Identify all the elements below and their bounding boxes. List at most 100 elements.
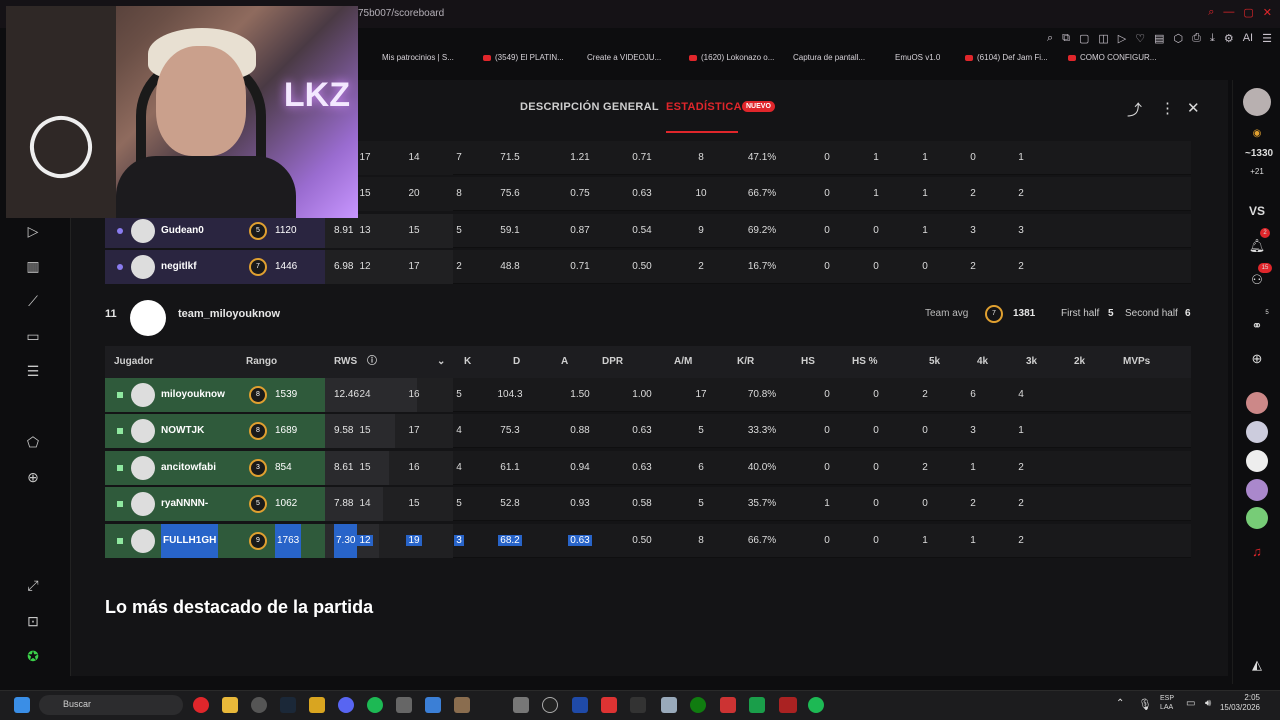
play-icon[interactable]: ▷ xyxy=(1118,32,1126,45)
friends-icon[interactable]: ⚇ xyxy=(1245,272,1269,288)
voicemod-icon[interactable] xyxy=(779,697,797,713)
more-icon[interactable]: ⋮ xyxy=(1160,99,1175,117)
col-dpr[interactable]: DPR xyxy=(602,346,623,378)
folder-icon[interactable] xyxy=(222,697,238,713)
wallet-icon[interactable]: ▤ xyxy=(1154,32,1164,45)
avatar[interactable] xyxy=(131,456,155,480)
table-row[interactable]: ryaNNNN- 5 1062 7.88 14 15 5 52.8 0.93 0.58 5 35.7%… xyxy=(105,487,1191,521)
club-nav-icon[interactable]: ⬠ xyxy=(24,433,42,451)
col-rank[interactable]: Rango xyxy=(246,346,277,378)
stats-nav-icon[interactable]: ▥ xyxy=(24,257,42,275)
friend-avatar[interactable] xyxy=(1246,479,1268,501)
friend-avatar[interactable] xyxy=(1246,421,1268,443)
app-icon[interactable] xyxy=(661,697,677,713)
sidebar-icon[interactable]: ◫ xyxy=(1098,32,1108,45)
search-icon[interactable]: ⌕ xyxy=(1208,6,1214,19)
steam-icon[interactable] xyxy=(280,697,296,713)
language-indicator[interactable]: ESP LAA xyxy=(1160,694,1174,712)
shop-nav-icon[interactable]: ⊡ xyxy=(24,612,42,630)
play-nav-icon[interactable]: ▷ xyxy=(24,222,42,240)
create-nav-icon[interactable]: ⊕ xyxy=(24,468,42,486)
table-row[interactable]: negitlkf 7 1446 6.98 12 17 2 48.8 0.71 0.50 2 16.7%… xyxy=(105,250,1191,284)
clock[interactable]: 2:05 15/03/2026 xyxy=(1216,693,1260,713)
col-player[interactable]: Jugador xyxy=(114,346,153,378)
expand-nav-icon[interactable]: ⤢ xyxy=(24,576,42,594)
col-3k[interactable]: 3k xyxy=(1026,346,1037,378)
col-mvps[interactable]: MVPs xyxy=(1123,346,1150,378)
snapshot-icon[interactable]: ⎙ xyxy=(1192,32,1201,45)
bookmark-item[interactable]: Captura de pantall... xyxy=(793,53,865,62)
bookmark-item[interactable]: COMO CONFIGUR... xyxy=(1068,53,1156,62)
col-2k[interactable]: 2k xyxy=(1074,346,1085,378)
spotify-icon[interactable] xyxy=(367,697,383,713)
notepad-icon[interactable] xyxy=(425,697,441,713)
headset-icon[interactable]: ♫ xyxy=(1245,544,1269,559)
player-name[interactable]: negitlkf xyxy=(161,250,197,284)
player-name[interactable]: ancitowfabi xyxy=(161,451,216,485)
vs-button[interactable]: VS xyxy=(1245,204,1269,218)
table-row[interactable]: ancitowfabi 3 854 8.61 15 16 4 61.1 0.94 0.63 6 40.… xyxy=(105,451,1191,485)
party-icon[interactable]: ⚭ xyxy=(1245,318,1269,334)
chart-nav-icon[interactable]: ⟋ xyxy=(24,292,42,310)
taskbar-search[interactable]: Buscar xyxy=(39,695,183,715)
discord-icon[interactable] xyxy=(338,697,354,713)
col-rws[interactable]: RWS xyxy=(334,346,357,378)
col-a[interactable]: A xyxy=(561,346,568,378)
bookmark-item[interactable]: Create a VIDEOJU... xyxy=(587,53,661,62)
bell-icon[interactable]: 🔔︎ xyxy=(1245,238,1269,254)
app-icon[interactable] xyxy=(720,697,736,713)
extensions-icon[interactable]: ⬡ xyxy=(1174,32,1184,45)
player-name[interactable]: Gudean0 xyxy=(161,214,204,248)
app-icon[interactable] xyxy=(630,697,646,713)
sort-chevron-icon[interactable]: ⌄ xyxy=(437,346,445,378)
camera-icon[interactable]: ▢ xyxy=(1079,32,1089,45)
close-panel-icon[interactable]: ✕ xyxy=(1187,99,1200,117)
bitwarden-icon[interactable] xyxy=(572,697,588,713)
col-hs[interactable]: HS xyxy=(801,346,815,378)
bookmark-item[interactable]: Mis patrocinios | S... xyxy=(382,53,454,62)
player-name[interactable]: NOWTJK xyxy=(161,414,204,448)
tab-stats[interactable]: ESTADÍSTICAS xyxy=(666,101,749,113)
col-am[interactable]: A/M xyxy=(674,346,692,378)
table-row[interactable]: Gudean0 5 1120 8.91 13 15 5 59.1 0.87 0.54 9 69.2% 0… xyxy=(105,214,1191,248)
avatar[interactable] xyxy=(131,255,155,279)
volume-icon[interactable]: 🔊︎ xyxy=(1205,698,1211,709)
friend-avatar[interactable] xyxy=(1246,392,1268,414)
col-d[interactable]: D xyxy=(513,346,520,378)
close-icon[interactable]: ✕ xyxy=(1263,6,1272,19)
faceit-logo-icon[interactable]: ◭ xyxy=(1245,657,1269,673)
col-5k[interactable]: 5k xyxy=(929,346,940,378)
ai-button[interactable]: AI xyxy=(1243,32,1253,45)
table-row[interactable]: NOWTJK 8 1689 9.58 15 17 4 75.3 0.88 0.63 5 33.3% 0 0… xyxy=(105,414,1191,448)
player-name[interactable]: miloyouknow xyxy=(161,378,225,412)
col-hsp[interactable]: HS % xyxy=(852,346,878,378)
friend-avatar[interactable] xyxy=(1246,450,1268,472)
spotify-icon[interactable] xyxy=(808,697,824,713)
info-icon[interactable]: ⓘ xyxy=(367,346,377,378)
avatar[interactable] xyxy=(131,383,155,407)
app-icon[interactable] xyxy=(601,697,617,713)
app-icon[interactable] xyxy=(309,697,325,713)
chrome-icon[interactable] xyxy=(251,697,267,713)
player-name[interactable]: FULLH1GH xyxy=(161,524,219,558)
zoom-icon[interactable]: ⌕ xyxy=(1047,32,1053,45)
avatar[interactable] xyxy=(131,529,155,553)
xbox-icon[interactable] xyxy=(690,697,706,713)
mic-icon[interactable]: 🎙︎ xyxy=(1138,698,1152,711)
maximize-icon[interactable]: ▢ xyxy=(1243,6,1253,19)
col-k[interactable]: K xyxy=(464,346,471,378)
opera-icon[interactable] xyxy=(193,697,209,713)
avatar[interactable] xyxy=(131,419,155,443)
screenshot-icon[interactable]: ⧉ xyxy=(1062,32,1070,45)
tray-chevron-icon[interactable]: ⌃ xyxy=(1116,698,1124,709)
table-row[interactable]: FULLH1GH 9 1763 7.30 12 19 3 68.2 0.63 0.50 8 66.7%… xyxy=(105,524,1191,558)
table-row[interactable]: miloyouknow 8 1539 12.46 24 16 5 104.3 1.50 1.00 1… xyxy=(105,378,1191,412)
minimize-icon[interactable]: — xyxy=(1223,6,1234,19)
friend-avatar[interactable] xyxy=(1246,507,1268,529)
list-nav-icon[interactable]: ☰ xyxy=(24,362,42,380)
avatar[interactable] xyxy=(131,492,155,516)
download-icon[interactable]: ⤓ xyxy=(1210,32,1215,45)
app-icon[interactable] xyxy=(513,697,529,713)
bookmark-item[interactable]: (6104) Def Jam Fi... xyxy=(965,53,1048,62)
avatar[interactable] xyxy=(131,219,155,243)
